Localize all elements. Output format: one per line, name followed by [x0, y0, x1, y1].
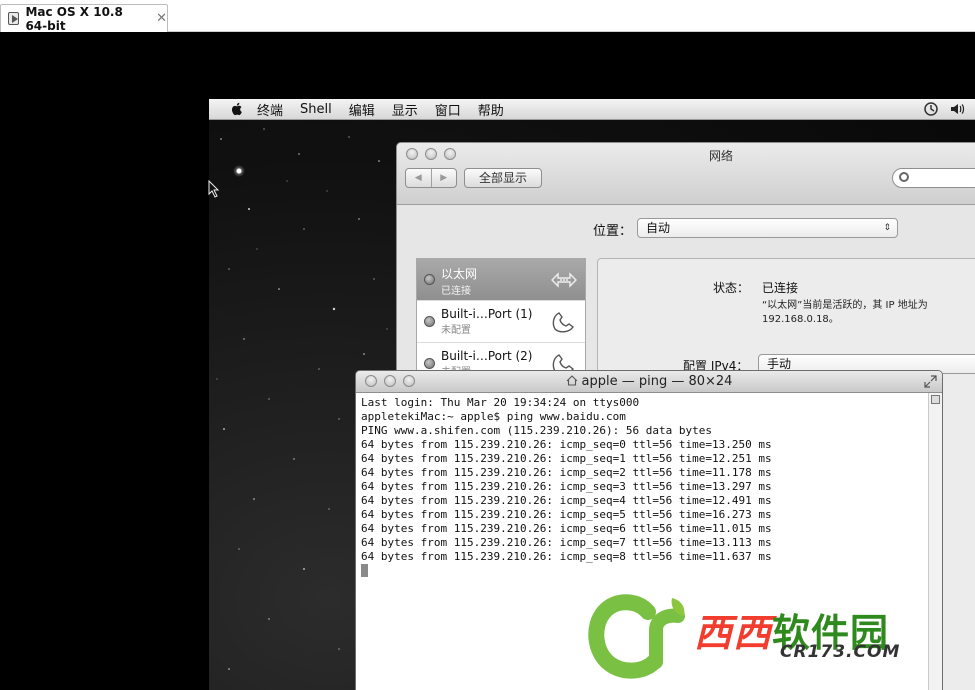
status-label: 状态：: [713, 281, 750, 295]
host-tab-title: Mac OS X 10.8 64-bit: [25, 4, 123, 33]
close-icon[interactable]: ✕: [156, 11, 167, 26]
terminal-line: 64 bytes from 115.239.210.26: icmp_seq=2…: [361, 466, 772, 479]
status-dot: [424, 358, 435, 369]
apple-logo-icon[interactable]: [229, 101, 245, 117]
terminal-line: PING www.a.shifen.com (115.239.210.26): …: [361, 424, 712, 437]
scroll-button[interactable]: [931, 395, 940, 404]
menu-edit[interactable]: 编辑: [349, 100, 375, 119]
host-tab-bar: Mac OS X 10.8 64-bit ✕: [0, 0, 975, 33]
terminal-cursor: [361, 564, 368, 577]
mouse-pointer-icon: [208, 180, 220, 198]
forward-button[interactable]: ▶: [432, 169, 457, 187]
home-icon: [566, 375, 577, 386]
terminal-line: 64 bytes from 115.239.210.26: icmp_seq=8…: [361, 550, 772, 563]
time-machine-icon[interactable]: [923, 101, 939, 117]
terminal-line: 64 bytes from 115.239.210.26: icmp_seq=0…: [361, 438, 772, 451]
network-titlebar: 网络 ◀ ▶ 全部显示: [397, 143, 975, 205]
menu-window[interactable]: 窗口: [435, 100, 461, 119]
vm-icon: [8, 12, 20, 25]
mac-menu-bar: 终端 Shell 编辑 显示 窗口 帮助: [209, 99, 975, 120]
terminal-title: apple — ping — 80×24: [356, 374, 942, 389]
site-watermark: 西西软件园 CR173.COM: [586, 590, 946, 688]
back-button[interactable]: ◀: [406, 169, 432, 187]
terminal-line: 64 bytes from 115.239.210.26: icmp_seq=3…: [361, 480, 772, 493]
status-dot: [424, 274, 435, 285]
nav-buttons: ◀ ▶: [405, 168, 457, 188]
terminal-line: appletekiMac:~ apple$ ping www.baidu.com: [361, 410, 626, 423]
menu-shell[interactable]: Shell: [300, 102, 332, 117]
terminal-line: 64 bytes from 115.239.210.26: icmp_seq=6…: [361, 522, 772, 535]
terminal-titlebar: apple — ping — 80×24: [356, 371, 942, 393]
status-value: 已连接: [762, 281, 799, 295]
menu-terminal[interactable]: 终端: [257, 100, 283, 119]
phone-icon: [552, 312, 574, 333]
location-select[interactable]: 自动 ⇕: [637, 218, 898, 238]
show-all-button[interactable]: 全部显示: [464, 168, 543, 188]
terminal-line: 64 bytes from 115.239.210.26: icmp_seq=1…: [361, 452, 772, 465]
ethernet-icon: [551, 272, 577, 288]
terminal-line: Last login: Thu Mar 20 19:34:24 on ttys0…: [361, 396, 640, 409]
status-description: “以太网”当前是活跃的，其 IP 地址为 192.168.0.18。: [762, 300, 928, 325]
menu-view[interactable]: 显示: [392, 100, 418, 119]
location-value: 自动: [646, 221, 671, 235]
host-vm-tab[interactable]: Mac OS X 10.8 64-bit ✕: [0, 4, 168, 33]
chevron-updown-icon: ⇕: [883, 223, 891, 233]
status-dot: [424, 316, 435, 327]
watermark-url: CR173.COM: [780, 642, 901, 662]
terminal-line: 64 bytes from 115.239.210.26: icmp_seq=7…: [361, 536, 772, 549]
volume-icon[interactable]: [949, 101, 965, 117]
location-label: 位置：: [593, 224, 633, 239]
menu-help[interactable]: 帮助: [478, 100, 504, 119]
search-input[interactable]: [892, 168, 975, 188]
service-item-builtin-port-1[interactable]: Built-i…Port (1) 未配置: [417, 301, 585, 343]
network-window-title: 网络: [708, 149, 733, 163]
watermark-red-text: 西西: [694, 611, 773, 655]
search-icon: [899, 172, 909, 182]
terminal-line: 64 bytes from 115.239.210.26: icmp_seq=5…: [361, 508, 772, 521]
service-item-ethernet[interactable]: 以太网 已连接: [417, 259, 585, 301]
terminal-line: 64 bytes from 115.239.210.26: icmp_seq=4…: [361, 494, 772, 507]
cr173-logo-icon: [588, 594, 685, 679]
terminal-title-text: apple — ping — 80×24: [581, 374, 733, 389]
fullscreen-icon[interactable]: [924, 375, 937, 388]
